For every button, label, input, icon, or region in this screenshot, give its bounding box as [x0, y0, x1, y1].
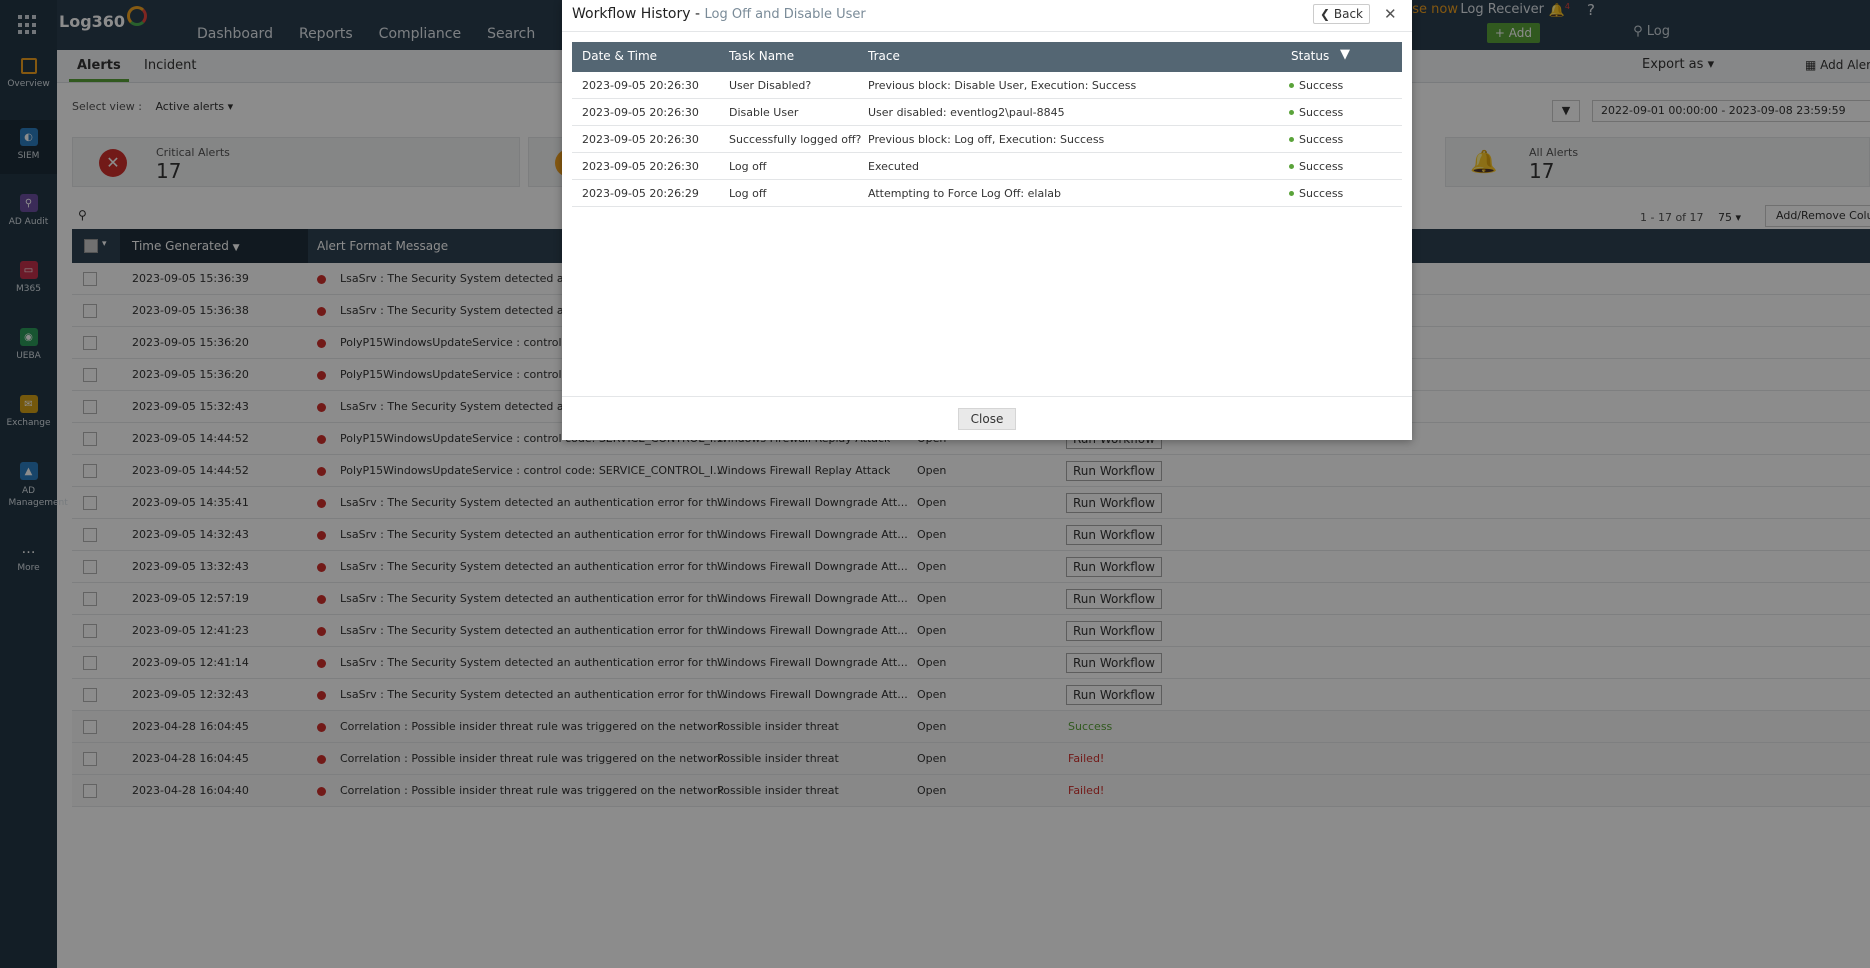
cell-datetime: 2023-09-05 20:26:30 — [582, 79, 699, 92]
column-filter-icon[interactable]: ▼ — [1340, 47, 1350, 62]
close-button[interactable]: Close — [958, 408, 1016, 430]
cell-task-name: User Disabled? — [729, 79, 812, 92]
workflow-history-dialog: Workflow History - Log Off and Disable U… — [562, 0, 1412, 440]
dialog-divider — [562, 31, 1412, 32]
status-dot-icon — [1289, 83, 1294, 88]
dialog-title-text: Workflow History - — [572, 6, 705, 22]
cell-trace: User disabled: eventlog2\paul-8845 — [868, 106, 1065, 119]
close-icon[interactable]: ✕ — [1384, 5, 1397, 23]
workflow-history-row: 2023-09-05 20:26:30 User Disabled? Previou… — [572, 72, 1402, 99]
cell-datetime: 2023-09-05 20:26:29 — [582, 187, 699, 200]
workflow-history-row: 2023-09-05 20:26:30 Successfully logged o… — [572, 126, 1402, 153]
cell-status: Success — [1299, 79, 1344, 92]
cell-status: Success — [1299, 133, 1344, 146]
back-button[interactable]: ❮ Back — [1313, 4, 1371, 24]
workflow-table-body: 2023-09-05 20:26:30 User Disabled? Previou… — [572, 72, 1402, 207]
dialog-title: Workflow History - Log Off and Disable U… — [572, 6, 866, 22]
cell-datetime: 2023-09-05 20:26:30 — [582, 106, 699, 119]
col-date-time[interactable]: Date & Time — [582, 49, 657, 63]
cell-trace: Executed — [868, 160, 919, 173]
workflow-history-row: 2023-09-05 20:26:30 Disable User User disa… — [572, 99, 1402, 126]
workflow-table-header: Date & Time Task Name Trace Status ▼ — [572, 42, 1402, 72]
col-task-name[interactable]: Task Name — [729, 49, 794, 63]
chevron-left-icon: ❮ — [1320, 7, 1334, 21]
cell-task-name: Log off — [729, 160, 767, 173]
dialog-subtitle: Log Off and Disable User — [704, 7, 866, 22]
cell-status: Success — [1299, 106, 1344, 119]
status-dot-icon — [1289, 191, 1294, 196]
cell-trace: Previous block: Disable User, Execution:… — [868, 79, 1137, 92]
cell-datetime: 2023-09-05 20:26:30 — [582, 133, 699, 146]
status-dot-icon — [1289, 164, 1294, 169]
cell-trace: Previous block: Log off, Execution: Succ… — [868, 133, 1105, 146]
dialog-footer: Close — [562, 396, 1412, 440]
status-dot-icon — [1289, 137, 1294, 142]
status-dot-icon — [1289, 110, 1294, 115]
col-trace[interactable]: Trace — [868, 49, 900, 63]
workflow-history-row: 2023-09-05 20:26:30 Log off Executed Succes… — [572, 153, 1402, 180]
cell-task-name: Disable User — [729, 106, 799, 119]
cell-trace: Attempting to Force Log Off: elalab — [868, 187, 1061, 200]
cell-task-name: Log off — [729, 187, 767, 200]
cell-task-name: Successfully logged off? — [729, 133, 862, 146]
workflow-history-row: 2023-09-05 20:26:29 Log off Attempting to … — [572, 180, 1402, 207]
back-label: Back — [1333, 7, 1364, 21]
cell-datetime: 2023-09-05 20:26:30 — [582, 160, 699, 173]
cell-status: Success — [1299, 160, 1344, 173]
col-status[interactable]: Status — [1291, 49, 1329, 63]
cell-status: Success — [1299, 187, 1344, 200]
workflow-history-table: Date & Time Task Name Trace Status ▼ 202… — [572, 42, 1402, 207]
